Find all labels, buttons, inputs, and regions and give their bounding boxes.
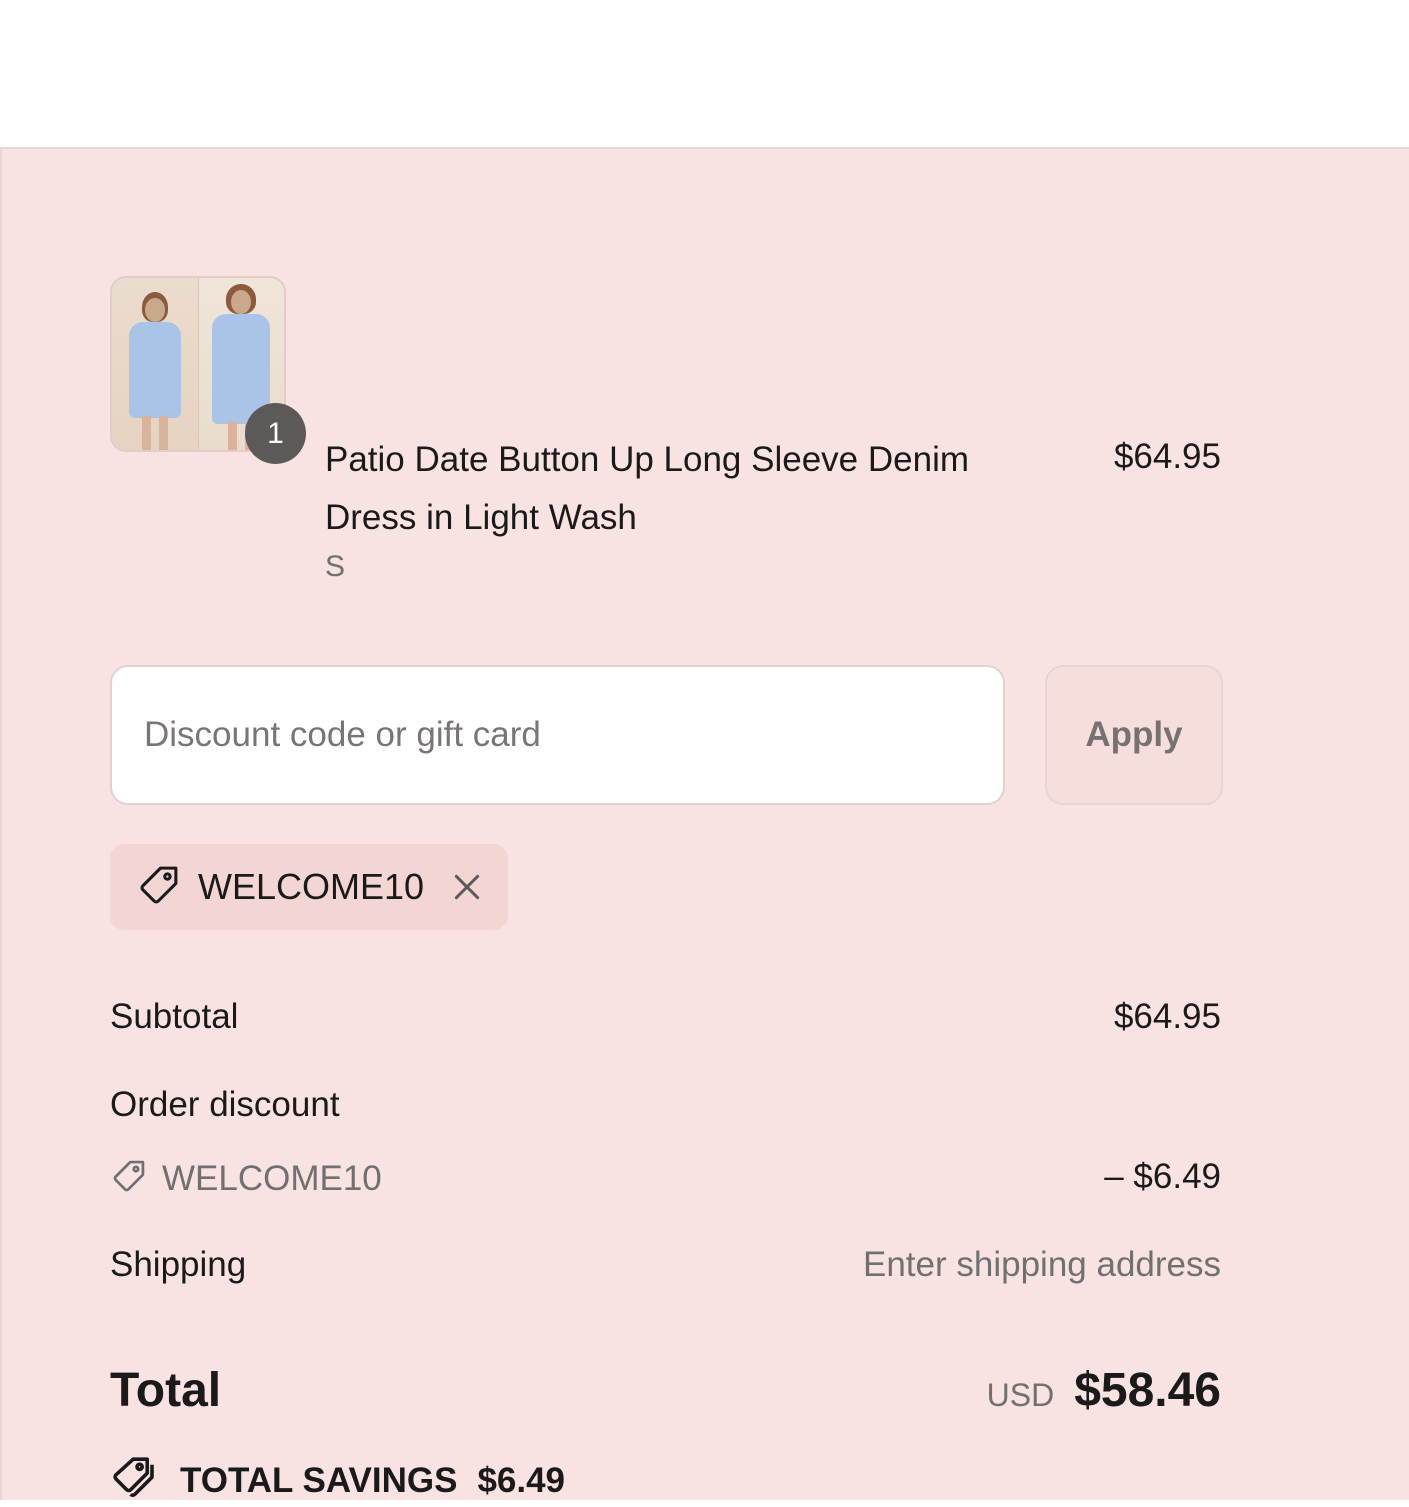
discount-code-input[interactable] xyxy=(110,665,1005,805)
total-savings-amount: $6.49 xyxy=(477,1460,566,1500)
shipping-label: Shipping xyxy=(110,1245,247,1284)
page-header-area xyxy=(0,0,1409,147)
quantity-badge: 1 xyxy=(245,403,306,464)
total-savings-label: TOTAL SAVINGS xyxy=(180,1460,458,1500)
order-discount-code-line: WELCOME10 xyxy=(110,1157,382,1200)
close-icon xyxy=(454,874,480,900)
order-discount-code: WELCOME10 xyxy=(162,1158,382,1198)
total-value: USD $58.46 xyxy=(987,1363,1221,1418)
applied-discount-code: WELCOME10 xyxy=(198,866,425,907)
tag-icon xyxy=(110,1157,148,1200)
total-amount: $58.46 xyxy=(1074,1364,1221,1417)
tags-icon xyxy=(110,1454,158,1507)
shipping-value: Enter shipping address xyxy=(863,1245,1221,1284)
product-price: $64.95 xyxy=(1113,437,1221,476)
total-currency: USD xyxy=(986,1377,1055,1413)
remove-discount-button[interactable] xyxy=(450,870,484,904)
order-discount-label: Order discount xyxy=(110,1085,340,1124)
order-discount-value: – $6.49 xyxy=(1104,1157,1221,1196)
apply-discount-button[interactable]: Apply xyxy=(1045,665,1223,805)
subtotal-value: $64.95 xyxy=(1113,997,1221,1036)
product-title: Patio Date Button Up Long Sleeve Denim D… xyxy=(325,440,969,537)
applied-discount-chip: WELCOME10 xyxy=(110,844,508,930)
order-summary: 1 Patio Date Button Up Long Sleeve Denim… xyxy=(0,147,1409,1500)
total-label: Total xyxy=(110,1364,222,1417)
subtotal-label: Subtotal xyxy=(110,997,239,1036)
tag-icon xyxy=(136,862,182,913)
product-photo-front xyxy=(112,278,198,450)
product-variant: S xyxy=(325,550,346,583)
total-savings: TOTAL SAVINGS $6.49 xyxy=(110,1454,565,1507)
